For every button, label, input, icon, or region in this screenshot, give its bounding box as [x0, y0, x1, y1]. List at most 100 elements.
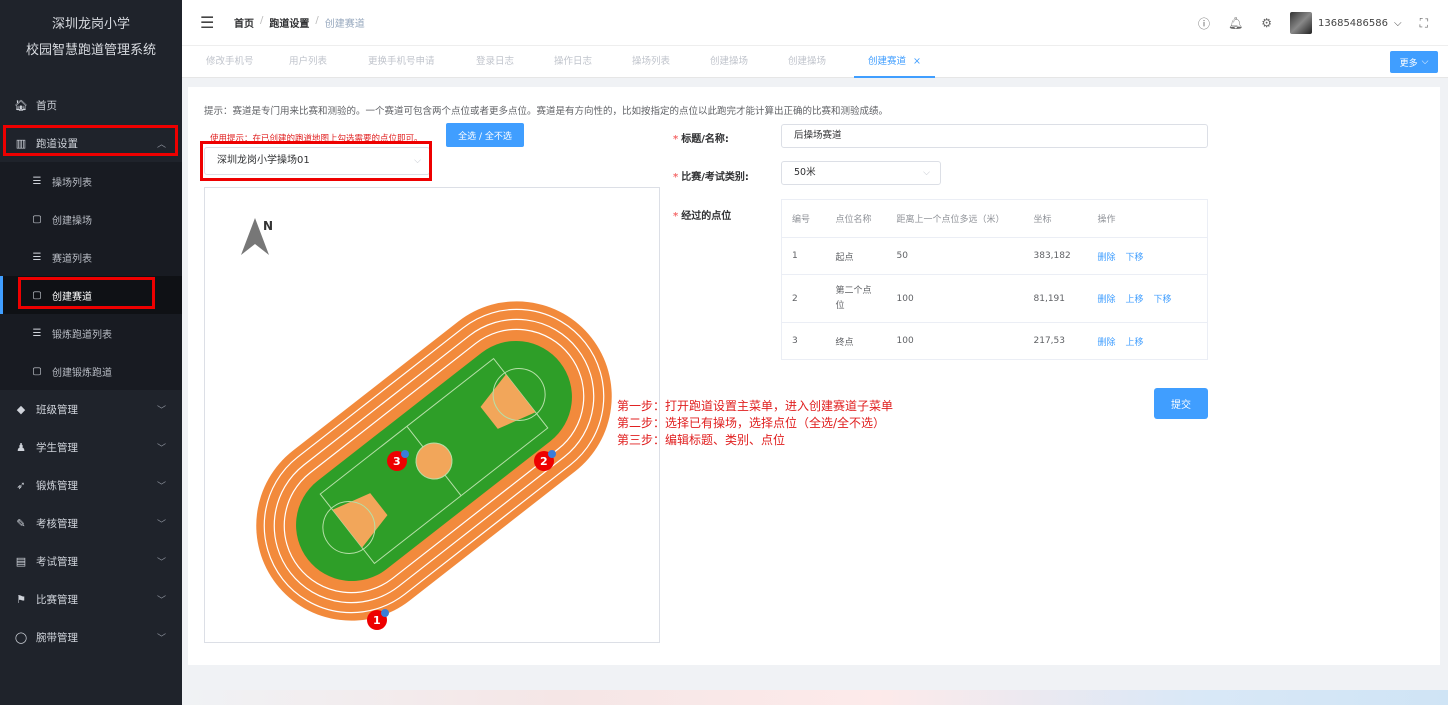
menu-collapse-icon[interactable]: ☰: [200, 13, 218, 32]
tab-close-icon[interactable]: ×: [913, 56, 921, 67]
chevron-down-icon: ﹀: [156, 557, 166, 568]
step-3: 第三步：编辑标题、类别、点位: [617, 433, 786, 447]
track-map-svg: N 3 2 1: [241, 218, 612, 630]
student-icon: ♟: [16, 440, 26, 454]
move-down-link[interactable]: 下移: [1154, 295, 1172, 305]
tab-operation-log[interactable]: 操作日志: [554, 46, 592, 78]
points-label: * 经过的点位: [673, 211, 732, 222]
move-up-link[interactable]: 上移: [1126, 338, 1144, 348]
field-select[interactable]: 深圳龙岗小学操场01 ⌵: [204, 147, 430, 175]
sidebar-item[interactable]: ◯ 腕带管理 ﹀: [0, 618, 182, 656]
fullscreen-icon[interactable]: ⛶: [1420, 16, 1428, 31]
sidebar-item-label: 赛道列表: [52, 253, 92, 265]
tab-change-phone[interactable]: 修改手机号: [206, 46, 254, 78]
sidebar-item[interactable]: ▢ 创建操场: [0, 200, 182, 238]
track-map: N 3 2 1: [204, 187, 660, 643]
tab-create-track-label: 创建赛道: [868, 56, 907, 67]
bell-icon[interactable]: 🔔︎: [1228, 16, 1243, 30]
sidebar-item-label: 腕带管理: [36, 631, 78, 644]
sidebar-item[interactable]: ▢ 创建赛道: [0, 276, 182, 314]
sidebar-item[interactable]: ▢ 创建锻炼跑道: [0, 352, 182, 390]
chevron-down-icon: ﹀: [156, 443, 166, 454]
select-all-button[interactable]: 全选 / 全不选: [446, 123, 524, 147]
list-icon: ☰: [32, 251, 42, 263]
sidebar-item[interactable]: ☰ 赛道列表: [0, 238, 182, 276]
submit-button[interactable]: 提交: [1154, 388, 1208, 419]
list-icon: ☰: [32, 175, 42, 187]
point-marker-2-label: 2: [540, 455, 548, 468]
tab-create-field-2[interactable]: 创建操场: [788, 46, 826, 78]
home-icon: 🏠︎: [14, 98, 28, 112]
more-button[interactable]: 更多 ⌵: [1390, 51, 1438, 73]
step-2: 第二步：选择已有操场，选择点位（全选/全不选）: [617, 416, 886, 430]
table-row: 2 第二个点位 100 81,191 删除 上移 下移: [781, 274, 1208, 323]
sidebar-item-label: 班级管理: [36, 403, 78, 416]
breadcrumb-separator: /: [260, 15, 264, 26]
sidebar-item-label: 创建赛道: [52, 291, 92, 303]
tab-user-list[interactable]: 用户列表: [289, 46, 327, 78]
help-icon[interactable]: ⓘ: [1198, 15, 1210, 32]
sidebar-item-label: 锻炼跑道列表: [52, 329, 112, 341]
instruction-steps: 第一步：打开跑道设置主菜单，进入创建赛道子菜单 第二步：选择已有操场，选择点位（…: [617, 398, 893, 449]
delete-link[interactable]: 删除: [1098, 253, 1116, 263]
tab-field-list[interactable]: 操场列表: [632, 46, 670, 78]
sidebar-item[interactable]: ➶ 锻炼管理 ﹀: [0, 466, 182, 504]
tab-login-log[interactable]: 登录日志: [476, 46, 514, 78]
sidebar-item-label: 学生管理: [36, 441, 78, 454]
exam-icon: ✎: [16, 516, 26, 530]
col-ops: 操作: [1087, 199, 1208, 238]
point-marker-3-label: 3: [393, 455, 401, 468]
breadcrumb: 首页 / 跑道设置 / 创建赛道: [234, 15, 365, 30]
sidebar-item[interactable]: 🏠︎ 首页: [0, 86, 182, 124]
sidebar-item[interactable]: ☰ 操场列表: [0, 162, 182, 200]
gear-icon[interactable]: ⚙: [1261, 16, 1272, 30]
sidebar-item[interactable]: ▤ 考试管理 ﹀: [0, 542, 182, 580]
col-name: 点位名称: [825, 199, 887, 238]
type-select-value: 50米: [794, 167, 816, 178]
type-label: * 比赛/考试类别:: [673, 172, 749, 183]
avatar: [1290, 12, 1312, 34]
sidebar-item-label: 比赛管理: [36, 593, 78, 606]
type-select[interactable]: 50米 ⌵: [781, 161, 941, 185]
step-1: 第一步：打开跑道设置主菜单，进入创建赛道子菜单: [617, 399, 894, 413]
delete-link[interactable]: 删除: [1098, 295, 1116, 305]
breadcrumb-home[interactable]: 首页: [234, 15, 254, 30]
running-track: [256, 301, 612, 621]
sidebar-item[interactable]: ♟ 学生管理 ﹀: [0, 428, 182, 466]
sidebar-item[interactable]: ⚑ 比赛管理 ﹀: [0, 580, 182, 618]
hint-text: 提示：赛道是专门用来比赛和测验的。一个赛道可包含两个点位或者更多点位。赛道是有方…: [204, 106, 889, 117]
tab-bar: 修改手机号 用户列表 更换手机号申请 登录日志 操作日志 操场列表 创建操场 创…: [182, 46, 1448, 78]
sidebar-item-label: 首页: [36, 99, 57, 112]
chevron-down-icon: ⌵: [923, 168, 930, 178]
move-down-link[interactable]: 下移: [1126, 253, 1144, 263]
create-icon: ▢: [32, 213, 42, 225]
sidebar-item[interactable]: ☰ 锻炼跑道列表: [0, 314, 182, 352]
title-input[interactable]: 后操场赛道: [781, 124, 1208, 148]
breadcrumb-track-settings[interactable]: 跑道设置: [269, 15, 309, 30]
footer-strip: [182, 690, 1448, 705]
sidebar-item-label: 考核管理: [36, 517, 78, 530]
title-input-value: 后操场赛道: [794, 130, 842, 141]
user-menu[interactable]: 13685486586 ⌵: [1290, 12, 1402, 34]
sidebar-item[interactable]: ▥ 跑道设置 ︿: [0, 124, 182, 162]
sidebar-item-label: 创建锻炼跑道: [52, 367, 112, 379]
sidebar-item-label: 考试管理: [36, 555, 78, 568]
tab-create-field[interactable]: 创建操场: [710, 46, 748, 78]
sidebar-item[interactable]: ✎ 考核管理 ﹀: [0, 504, 182, 542]
chevron-down-icon: ﹀: [156, 519, 166, 530]
tab-create-track[interactable]: 创建赛道 ×: [854, 46, 936, 78]
sidebar-item[interactable]: ◆ 班级管理 ﹀: [0, 390, 182, 428]
delete-link[interactable]: 删除: [1098, 338, 1116, 348]
sidebar-item-label: 锻炼管理: [36, 479, 78, 492]
main-content: 提示：赛道是专门用来比赛和测验的。一个赛道可包含两个点位或者更多点位。赛道是有方…: [188, 87, 1440, 665]
tab-phone-request[interactable]: 更换手机号申请: [368, 46, 435, 78]
list-icon: ☰: [32, 327, 42, 339]
breadcrumb-current: 创建赛道: [324, 19, 365, 30]
move-up-link[interactable]: 上移: [1126, 295, 1144, 305]
system-name: 校园智慧跑道管理系统: [25, 43, 156, 58]
col-coord: 坐标: [1023, 199, 1088, 238]
user-phone: 13685486586: [1318, 17, 1388, 29]
sidebar-menu: 🏠︎ 首页 ▥ 跑道设置 ︿ ☰ 操场列表 ▢ 创建操场 ☰ 赛道列表 ▢ 创建赛道 ☰ 锻炼跑道列表 ▢ 创建…: [0, 86, 182, 656]
chevron-down-icon: ⌵: [1394, 17, 1402, 29]
col-no: 编号: [781, 199, 826, 238]
